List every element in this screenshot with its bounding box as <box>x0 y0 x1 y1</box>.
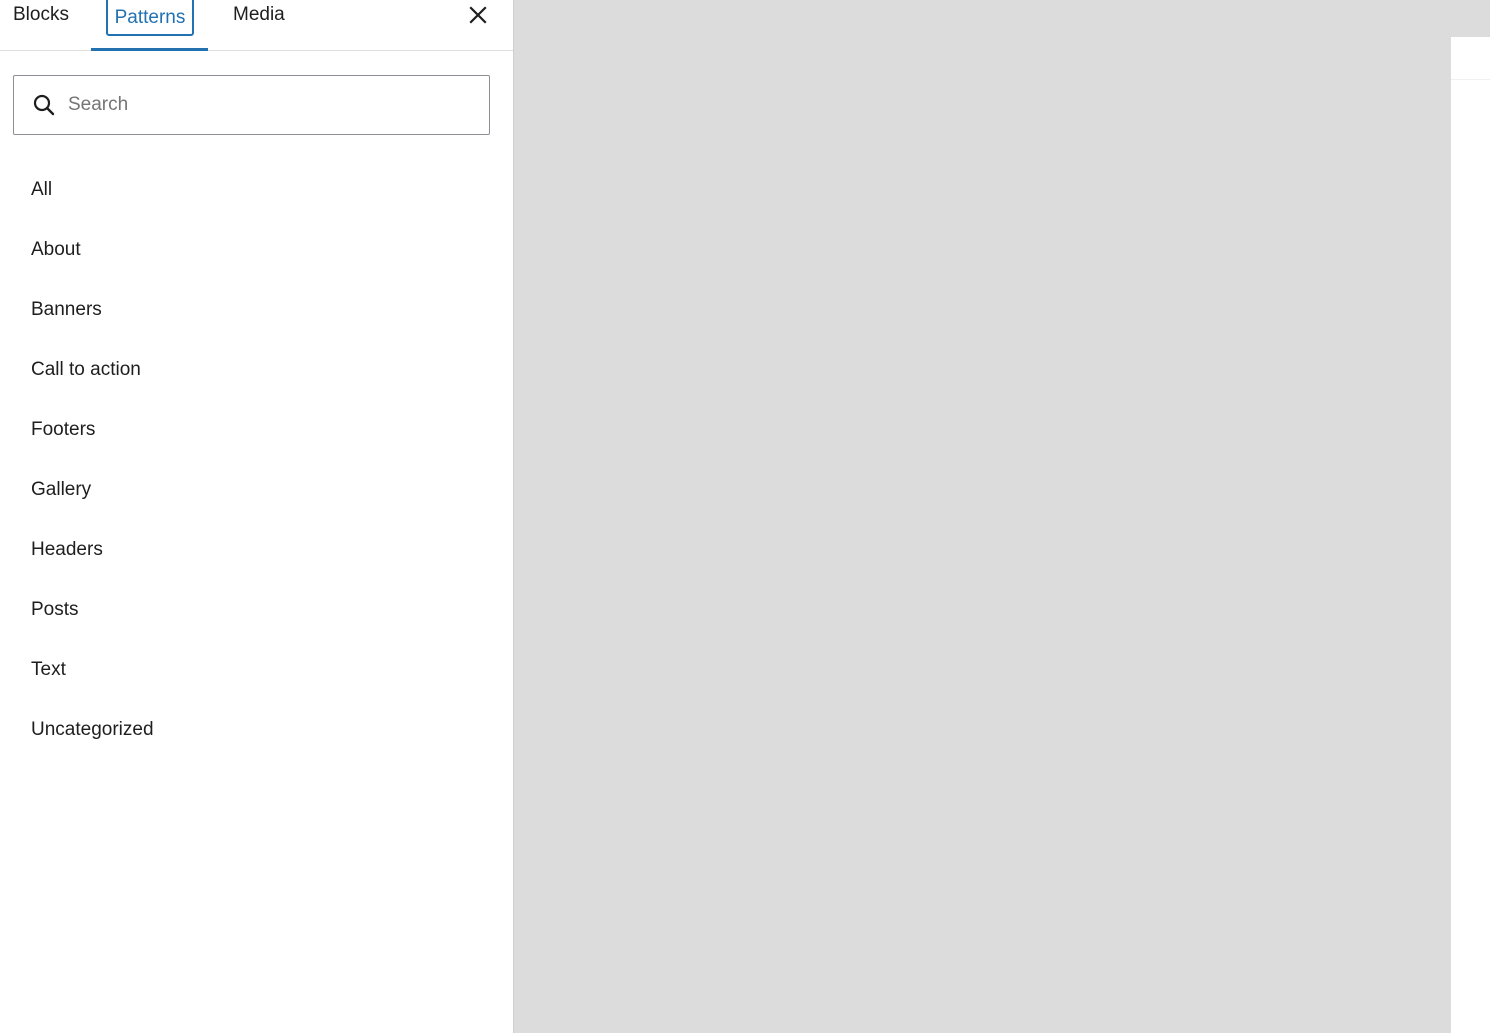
inserter-panel: Blocks Patterns Media Search All About B… <box>0 0 514 1033</box>
tab-patterns[interactable]: Patterns <box>91 0 208 51</box>
tab-blocks[interactable]: Blocks <box>13 0 69 50</box>
tab-media[interactable]: Media <box>233 0 285 50</box>
tab-blocks-label: Blocks <box>13 4 69 25</box>
close-inserter-button[interactable] <box>466 3 490 27</box>
category-about[interactable]: About <box>0 220 513 280</box>
category-text[interactable]: Text <box>0 640 513 700</box>
category-call-to-action[interactable]: Call to action <box>0 340 513 400</box>
tab-patterns-label: Patterns <box>114 7 186 28</box>
category-headers[interactable]: Headers <box>0 520 513 580</box>
category-gallery[interactable]: Gallery <box>0 460 513 520</box>
search-field[interactable] <box>13 75 490 135</box>
inserter-tabs: Blocks Patterns Media <box>0 0 513 51</box>
close-icon <box>469 6 487 24</box>
tab-media-label: Media <box>233 4 285 25</box>
tab-patterns-focus-ring: Patterns <box>106 0 194 36</box>
active-tab-indicator <box>91 48 208 51</box>
category-all[interactable]: All <box>0 160 513 220</box>
category-footers[interactable]: Footers <box>0 400 513 460</box>
block-editor: Blocks Patterns Media Search All About B… <box>0 0 1490 1033</box>
canvas-page-edge[interactable] <box>1451 37 1490 1033</box>
canvas-page-header <box>1451 37 1490 80</box>
category-banners[interactable]: Banners <box>0 280 513 340</box>
pattern-category-list: All About Banners Call to action Footers… <box>0 160 513 760</box>
search-input[interactable] <box>68 85 468 125</box>
editor-canvas[interactable] <box>514 0 1490 1033</box>
search-icon <box>33 94 55 116</box>
category-posts[interactable]: Posts <box>0 580 513 640</box>
category-uncategorized[interactable]: Uncategorized <box>0 700 513 760</box>
